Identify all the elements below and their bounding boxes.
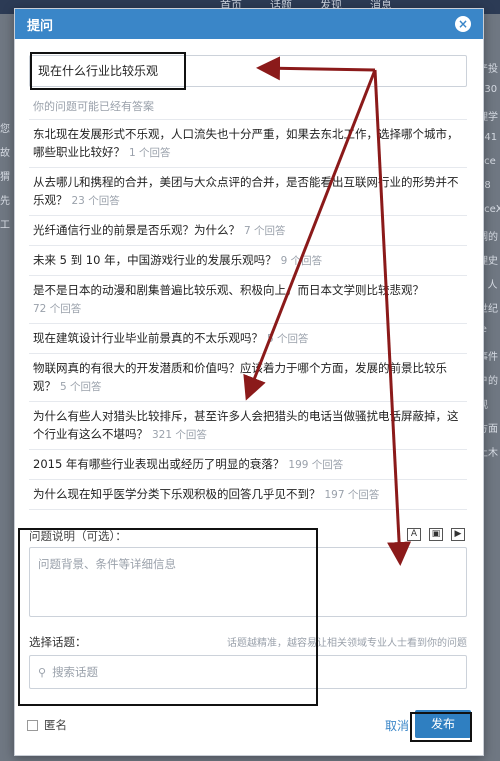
bg-fragment: 您 (0, 124, 10, 135)
list-item[interactable]: 从去哪儿和携程的合并，美团与大众点评的合并，是否能看出互联网行业的形势并不乐观？… (29, 167, 467, 215)
question-link[interactable]: 是不是日本的动漫和剧集普遍比较乐观、积极向上，而日本文学则比较悲观？ (33, 283, 424, 297)
answer-count: 5 个回答 (267, 333, 309, 345)
question-link[interactable]: 为什么有些人对猎头比较排斥，甚至许多人会把猎头的电话当做骚扰电话屏蔽掉，这个行业… (33, 409, 459, 441)
image-icon[interactable]: ▣ (429, 528, 443, 541)
question-link[interactable]: 2015 年有哪些行业表现出或经历了明显的衰落？ (33, 457, 284, 471)
bg-fragment: 先 (0, 196, 10, 207)
question-link[interactable]: 未来 5 到 10 年，中国游戏行业的发展乐观吗？ (33, 253, 277, 267)
list-item[interactable]: 为什么现在知乎医学分类下乐观积极的回答几乎见不到？ 197 个回答 (29, 479, 467, 510)
answer-count: 9 个回答 (280, 255, 323, 267)
list-item[interactable]: 物联网真的有很大的开发潜质和价值吗？应该着力于哪个方面，发展的前景比较乐观？ 5 … (29, 353, 467, 401)
anonymous-label: 匿名 (44, 718, 67, 732)
list-item[interactable]: 未来 5 到 10 年，中国游戏行业的发展乐观吗？ 9 个回答 (29, 245, 467, 275)
cancel-button[interactable]: 取消 (385, 717, 409, 734)
answer-count: 321 个回答 (152, 429, 207, 441)
submit-button[interactable]: 发布 (415, 710, 471, 738)
video-icon[interactable]: ▶ (451, 528, 465, 541)
checkbox-icon[interactable] (27, 719, 38, 731)
list-item[interactable]: 是不是日本的动漫和剧集普遍比较乐观、积极向上，而日本文学则比较悲观？ 72 个回答 (29, 275, 467, 323)
answer-count: 23 个回答 (71, 195, 120, 207)
question-link[interactable]: 为什么现在知乎医学分类下乐观积极的回答几乎见不到？ (33, 487, 321, 501)
dialog-title: 提问 (27, 18, 54, 34)
topic-placeholder: 搜索话题 (52, 665, 99, 679)
list-item[interactable]: 光纤通信行业的前景是否乐观？为什么？ 7 个回答 (29, 215, 467, 245)
search-icon: ⚲ (38, 665, 47, 679)
bg-fragment: 工 (0, 220, 10, 231)
question-link[interactable]: 现在建筑设计行业毕业前景真的不太乐观吗？ (33, 331, 263, 345)
similar-questions-list: 东北现在发展形式不乐观，人口流失也十分严重，如果去东北工作，选择哪个城市，哪些职… (29, 119, 467, 510)
question-link[interactable]: 东北现在发展形式不乐观，人口流失也十分严重，如果去东北工作，选择哪个城市，哪些职… (33, 127, 459, 159)
anonymous-checkbox[interactable]: 匿名 (27, 717, 67, 733)
list-item[interactable]: 现在建筑设计行业毕业前景真的不太乐观吗？ 5 个回答 (29, 323, 467, 353)
list-item[interactable]: 2015 年有哪些行业表现出或经历了明显的衰落？ 199 个回答 (29, 449, 467, 479)
description-textarea[interactable]: 问题背景、条件等详细信息 (29, 547, 467, 617)
question-link[interactable]: 光纤通信行业的前景是否乐观？为什么？ (33, 223, 240, 237)
background-left-column: 您 故 猬 先 工 (0, 120, 14, 240)
bg-fragment: 故 (0, 148, 10, 159)
ask-question-dialog: 提问 × 现在什么行业比较乐观 你的问题可能已经有答案 东北现在发展形式不乐观，… (14, 8, 484, 756)
description-label: 问题说明（可选）： (29, 529, 127, 543)
answer-count: 7 个回答 (244, 225, 286, 237)
answer-count: 5 个回答 (60, 381, 102, 393)
question-title-input[interactable]: 现在什么行业比较乐观 (29, 55, 467, 87)
list-item[interactable]: 为什么有些人对猎头比较排斥，甚至许多人会把猎头的电话当做骚扰电话屏蔽掉，这个行业… (29, 401, 467, 449)
list-item[interactable]: 东北现在发展形式不乐观，人口流失也十分严重，如果去东北工作，选择哪个城市，哪些职… (29, 119, 467, 167)
topic-hint: 话题越精准，越容易让相关领域专业人士看到你的问题 (227, 638, 467, 649)
answer-count: 199 个回答 (288, 459, 344, 471)
editor-toolbar: A ▣ ▶ (407, 528, 465, 541)
answer-count: 1 个回答 (129, 147, 171, 159)
text-format-icon[interactable]: A (407, 528, 421, 541)
topic-label: 选择话题： (29, 635, 87, 649)
topic-search-input[interactable]: ⚲ 搜索话题 (29, 655, 467, 689)
close-icon[interactable]: × (455, 16, 471, 32)
similar-questions-hint: 你的问题可能已经有答案 (33, 100, 154, 113)
answer-count: 72 个回答 (33, 303, 82, 315)
dialog-header: 提问 × (15, 9, 483, 39)
answer-count: 197 个回答 (324, 489, 380, 501)
bg-fragment: 猬 (0, 172, 10, 183)
